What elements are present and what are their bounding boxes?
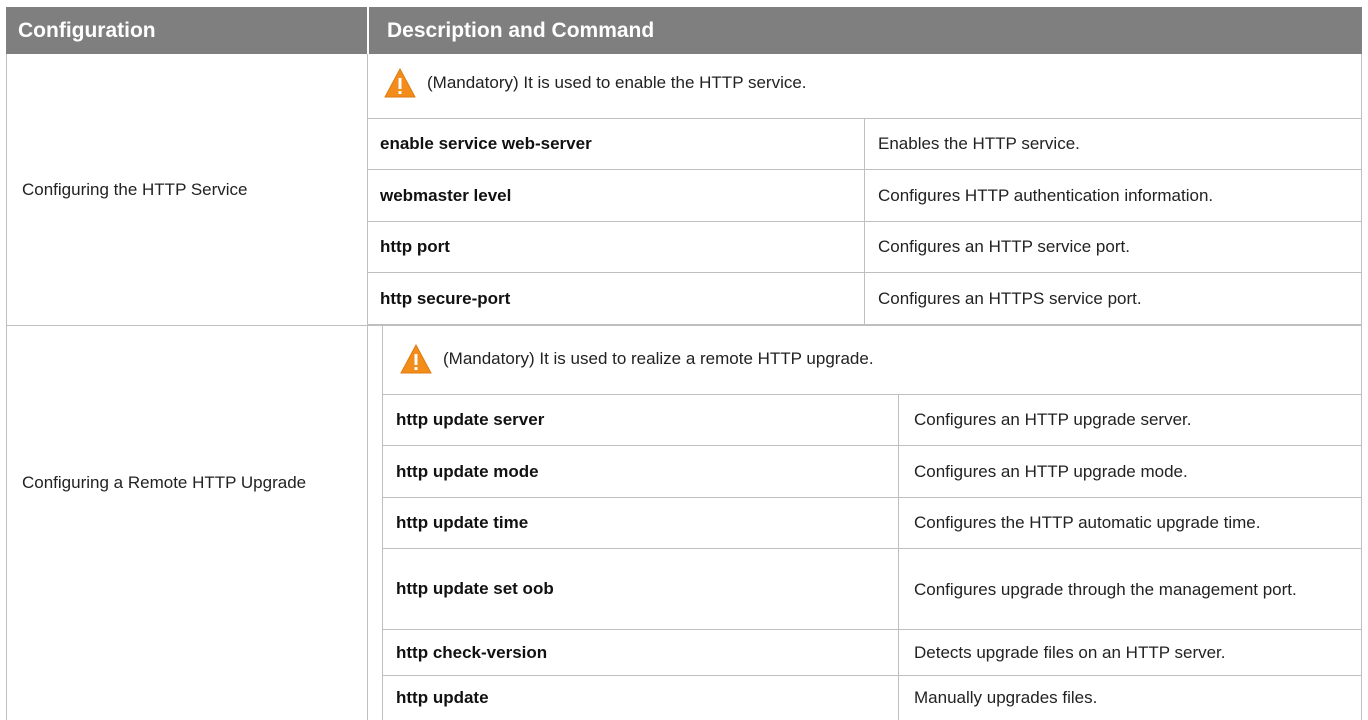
table-row: http update time Configures the HTTP aut… [383,498,1362,549]
column-divider [898,676,899,720]
warning-icon [384,68,416,98]
table-row: http secure-port Configures an HTTPS ser… [368,273,1362,325]
command-text: http check-version [396,642,548,662]
section-remote-upgrade: Configuring a Remote HTTP Upgrade (Manda… [6,326,1362,720]
command-text: http port [380,237,450,256]
table-row: http port Configures an HTTP service por… [368,222,1362,273]
description-text: Configures upgrade through the managemen… [914,579,1297,599]
warning-icon [400,344,432,374]
command-text: http secure-port [380,288,511,308]
description-text: Detects upgrade files on an HTTP server. [914,642,1226,662]
column-divider [864,273,865,324]
header-configuration: Configuration [18,19,156,42]
section-http-service: Configuring the HTTP Service (Mandatory)… [6,54,1362,325]
note-text: (Mandatory) It is used to enable the HTT… [427,73,807,92]
header-divider [367,7,369,54]
command-text: http update set oob [396,579,554,598]
column-divider [898,630,899,675]
column-divider [864,119,865,169]
description-text: Configures an HTTPS service port. [878,288,1142,308]
configuration-label: Configuring the HTTP Service [22,179,248,199]
column-divider [898,498,899,548]
configuration-cell: Configuring the HTTP Service [6,54,368,325]
mandatory-note: (Mandatory) It is used to realize a remo… [400,344,874,374]
configuration-label: Configuring a Remote HTTP Upgrade [22,473,307,492]
column-divider [864,222,865,272]
config-table: Configuration Description and Command Co… [6,7,1362,720]
description-text: Configures the HTTP automatic upgrade ti… [914,513,1261,532]
note-row: (Mandatory) It is used to enable the HTT… [368,54,1362,119]
note-text: (Mandatory) It is used to realize a remo… [443,349,874,368]
description-text: Manually upgrades files. [914,688,1098,707]
command-text: http update time [396,513,529,532]
description-text: Configures an HTTP upgrade server. [914,410,1192,429]
command-text: http update [396,688,489,707]
table-row: enable service web-server Enables the HT… [368,119,1362,170]
description-text: Configures an HTTP upgrade mode. [914,461,1188,481]
table-row: http check-version Detects upgrade files… [383,630,1362,676]
description-text: Configures an HTTP service port. [878,237,1130,256]
table-row: http update Manually upgrades files. [383,676,1362,720]
command-text: webmaster level [380,185,512,205]
column-divider [898,395,899,445]
header-description-command: Description and Command [387,19,655,42]
description-text: Configures HTTP authentication informati… [878,185,1214,205]
description-cell: Configures upgrade through the managemen… [914,549,1348,629]
command-text: http update mode [396,461,539,481]
table-header: Configuration Description and Command [6,7,1362,54]
table-row: http update mode Configures an HTTP upgr… [383,446,1362,498]
command-text: http update server [396,410,545,429]
description-text: Enables the HTTP service. [878,134,1080,153]
column-divider [898,549,899,629]
command-text: enable service web-server [380,134,592,153]
column-divider [864,170,865,221]
column-divider [898,446,899,497]
table-row: http update server Configures an HTTP up… [383,395,1362,446]
table-row: webmaster level Configures HTTP authenti… [368,170,1362,222]
configuration-cell: Configuring a Remote HTTP Upgrade [6,326,368,720]
table-row: http update set oob Configures upgrade t… [383,549,1362,630]
note-row: (Mandatory) It is used to realize a remo… [383,326,1362,395]
mandatory-note: (Mandatory) It is used to enable the HTT… [384,68,807,98]
